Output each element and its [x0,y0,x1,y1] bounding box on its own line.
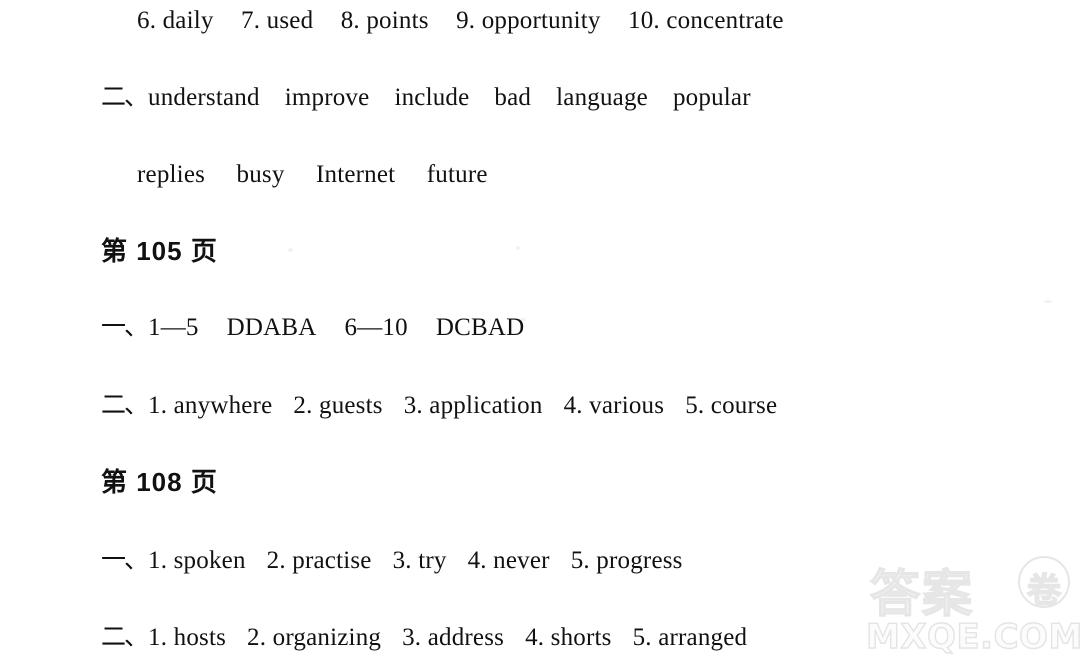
answer-line-p105-section-two: 二、1. anywhere 2. guests 3. application 4. v… [101,393,777,418]
watermark-circle-outline [1018,556,1070,608]
answer-line-p108-section-two: 二、1. hosts 2. organizing 3. address 4. shor… [101,625,747,650]
answer-line-p108-section-one: 一、1. spoken 2. practise 3. try 4. never 5. p… [101,548,683,573]
section-marker: 一、 [101,314,149,341]
word-item: language [556,84,648,111]
answer-item: 5. arranged [632,624,748,651]
scan-speckle [1044,300,1052,303]
answer-line-section-two-words-b: replies busy Internet future [137,162,488,187]
answer-item: 3. address [402,624,505,651]
word-item: future [426,161,488,188]
section-marker: 一、 [101,547,149,574]
page-heading-105: 第 105 页 [101,236,218,266]
word-item: understand [148,84,260,111]
scan-speckle [288,248,293,252]
answer-line-vocab-6-10: 6. daily 7. used 8. points 9. opportunit… [137,8,784,33]
answer-item: 4. various [563,392,665,419]
answer-item: 4. never [467,547,550,574]
word-item: bad [494,84,532,111]
answer-line-section-two-words-a: 二、understand improve include bad language pop… [101,85,751,110]
section-marker: 二、 [101,624,149,651]
answer-string: DCBAD [435,314,525,341]
answer-item: 4. shorts [525,624,612,651]
section-marker: 二、 [101,84,149,111]
word-item: busy [236,161,285,188]
answer-item: 6. daily [137,7,214,34]
answer-item: 5. course [685,392,778,419]
answer-item: 7. used [241,7,314,34]
answer-item: 2. guests [293,392,383,419]
word-item: replies [137,161,206,188]
watermark-circled-char: 卷 [1026,570,1061,611]
answer-line-p105-section-one: 一、1—5 DDABA 6—10 DCBAD [101,315,524,340]
answer-item: 2. organizing [247,624,382,651]
answer-item: 1. hosts [148,624,227,651]
word-item: include [394,84,470,111]
page-heading-108: 第 108 页 [101,467,218,497]
word-item: improve [284,84,370,111]
word-item: popular [672,84,751,111]
scan-speckle [516,246,520,250]
answer-item: 3. application [403,392,543,419]
answer-item: 1. anywhere [148,392,273,419]
scanned-answer-key-page: 6. daily 7. used 8. points 9. opportunit… [0,0,1080,663]
question-range: 1—5 [148,314,199,341]
answer-item: 9. opportunity [456,7,601,34]
answer-item: 8. points [340,7,429,34]
watermark-url-text: MXQE.COM [865,616,1080,657]
word-item: Internet [315,161,396,188]
section-marker: 二、 [101,392,149,419]
answer-item: 5. progress [570,547,683,574]
watermark-chinese-text: 答案 [869,564,974,624]
answer-item: 1. spoken [148,547,246,574]
site-watermark: 答案 卷 MXQE.COM [864,554,1080,659]
answer-item: 3. try [392,547,447,574]
answer-string: DDABA [226,314,317,341]
answer-item: 2. practise [266,547,372,574]
answer-item: 10. concentrate [628,7,784,34]
question-range: 6—10 [344,314,408,341]
